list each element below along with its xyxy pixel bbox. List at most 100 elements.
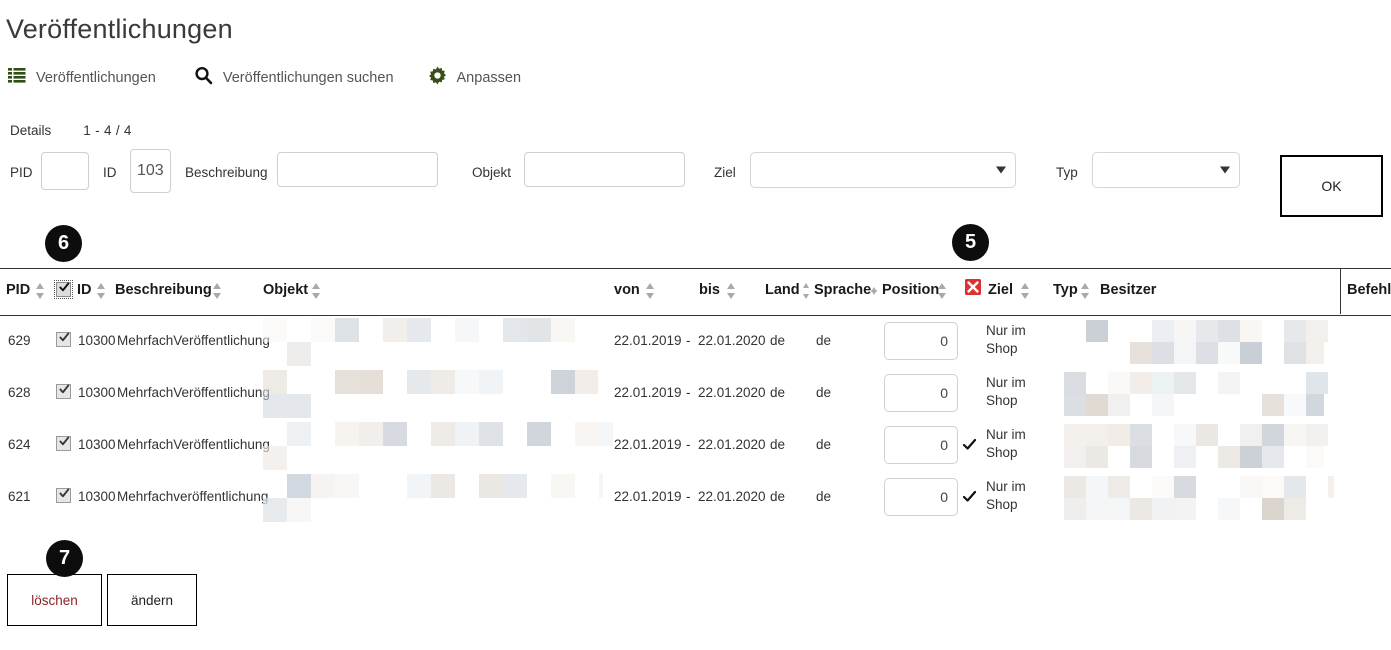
row-check-mark-icon [963, 490, 976, 503]
page-title: Veröffentlichungen [6, 14, 233, 45]
toolbar-item-veroeffentlichungen-suchen[interactable]: Veröffentlichungen suchen [194, 66, 394, 90]
cell-date-separator: - [686, 437, 691, 452]
ziel-filter-select[interactable] [750, 152, 1016, 188]
publications-table: PID ID Beschreibung Objekt von bis Land … [0, 268, 1391, 524]
cell-von: 22.01.2019 [614, 437, 682, 452]
cell-land: de [770, 437, 785, 452]
table-row[interactable]: 62810300MehrfachVeröffentlichung22.01.20… [0, 368, 1391, 420]
column-header-von: von [614, 282, 640, 298]
row-select-checkbox[interactable] [56, 384, 71, 399]
column-header-objekt: Objekt [263, 282, 308, 298]
position-input[interactable] [884, 478, 958, 516]
cell-von: 22.01.2019 [614, 333, 682, 348]
cell-land: de [770, 489, 785, 504]
table-row[interactable]: 62910300MehrfachVeröffentlichung22.01.20… [0, 316, 1391, 368]
list-icon [8, 67, 26, 90]
id-filter-input[interactable] [130, 149, 171, 193]
column-header-befehl-cell: Befehl [1340, 268, 1391, 314]
ziel-filter-label: Ziel [714, 166, 736, 180]
sort-toggle-bis[interactable] [727, 283, 736, 299]
redacted-content [1064, 320, 1334, 342]
beschreibung-filter-input[interactable] [277, 152, 438, 187]
row-select-checkbox[interactable] [56, 332, 71, 347]
cell-sprache: de [816, 437, 831, 452]
cell-bis: 22.01.2020 [698, 437, 766, 452]
sort-toggle-id[interactable] [97, 283, 106, 299]
toolbar-item-anpassen[interactable]: Anpassen [428, 66, 522, 90]
sort-toggle-sprache[interactable] [871, 287, 878, 295]
record-count: 1 - 4 / 4 [83, 123, 131, 138]
redacted-content [1064, 446, 1324, 468]
table-row[interactable]: 624 10300MehrfachVeröffentlichung 22.01.20… [0, 420, 1391, 472]
redacted-content [263, 474, 603, 498]
redacted-content [263, 370, 598, 394]
toolbar-item-label: Anpassen [457, 70, 522, 86]
cell-ziel: Nur im Shop [986, 426, 1032, 462]
id-filter-label: ID [103, 166, 117, 180]
sort-toggle-beschreibung[interactable] [213, 283, 222, 299]
cell-beschreibung: MehrfachVeröffentlichung [117, 333, 270, 348]
cell-ziel: Nur im Shop [986, 374, 1032, 410]
row-select-checkbox[interactable] [56, 488, 71, 503]
cell-sprache: de [816, 333, 831, 348]
column-header-id: ID [77, 282, 92, 298]
cell-land: de [770, 385, 785, 400]
redacted-content [1064, 498, 1324, 520]
redacted-content [263, 498, 311, 522]
column-header-befehl: Befehl [1347, 282, 1391, 298]
cell-id: 10300 [78, 385, 116, 400]
sort-toggle-position[interactable] [938, 283, 947, 299]
sort-toggle-objekt[interactable] [312, 283, 321, 299]
cell-pid: 624 [8, 437, 31, 452]
sort-toggle-von[interactable] [646, 283, 655, 299]
position-input[interactable] [884, 322, 958, 360]
table-header-row: PID ID Beschreibung Objekt von bis Land … [0, 268, 1391, 316]
cell-bis: 22.01.2020 [698, 489, 766, 504]
redacted-content [263, 422, 613, 446]
sort-toggle-pid[interactable] [36, 283, 45, 299]
sort-toggle-land[interactable] [803, 283, 810, 299]
filter-bar: PID ID Beschreibung Objekt Ziel Typ OK [10, 150, 1385, 220]
typ-filter-select[interactable] [1092, 152, 1240, 188]
select-all-checkbox[interactable] [56, 282, 71, 297]
objekt-filter-input[interactable] [524, 152, 685, 187]
redacted-content [263, 318, 593, 342]
sort-toggle-typ[interactable] [1081, 283, 1090, 299]
column-header-ziel: Ziel [988, 282, 1013, 298]
redacted-content [1064, 372, 1334, 394]
position-input[interactable] [884, 426, 958, 464]
cell-id: 10300 [78, 489, 116, 504]
toolbar-item-veroeffentlichungen[interactable]: Veröffentlichungen [8, 67, 156, 90]
row-select-checkbox[interactable] [56, 436, 71, 451]
check-icon [59, 436, 70, 447]
edit-button[interactable]: ändern [107, 574, 197, 626]
position-input[interactable] [884, 374, 958, 412]
redacted-content [263, 446, 311, 470]
check-icon [59, 332, 70, 343]
objekt-filter-label: Objekt [472, 166, 511, 180]
pid-filter-input[interactable] [41, 152, 89, 190]
cell-von: 22.01.2019 [614, 385, 682, 400]
cell-id: 10300 [78, 437, 116, 452]
column-header-typ: Typ [1053, 282, 1078, 298]
red-delete-icon[interactable] [964, 278, 982, 296]
cell-beschreibung: MehrfachVeröffentlichung [117, 437, 270, 452]
redacted-content [1064, 424, 1334, 446]
chevron-down-icon [996, 167, 1006, 174]
table-row[interactable]: 62110300Mehrfachveröffentlichung22.01.20… [0, 472, 1391, 524]
typ-filter-label: Typ [1056, 166, 1078, 180]
column-header-bis: bis [699, 282, 720, 298]
column-header-beschreibung: Beschreibung [115, 282, 212, 298]
check-icon [59, 488, 70, 499]
cell-land: de [770, 333, 785, 348]
cell-beschreibung: MehrfachVeröffentlichung [117, 385, 270, 400]
ok-button[interactable]: OK [1280, 155, 1383, 217]
sort-toggle-ziel[interactable] [1021, 283, 1030, 299]
delete-button[interactable]: löschen [7, 574, 102, 626]
table-body: 62910300MehrfachVeröffentlichung22.01.20… [0, 316, 1391, 524]
check-icon [59, 282, 70, 293]
redacted-content [263, 394, 311, 418]
redacted-content [1064, 476, 1334, 498]
gear-icon [428, 66, 447, 90]
redacted-content [1064, 394, 1324, 416]
